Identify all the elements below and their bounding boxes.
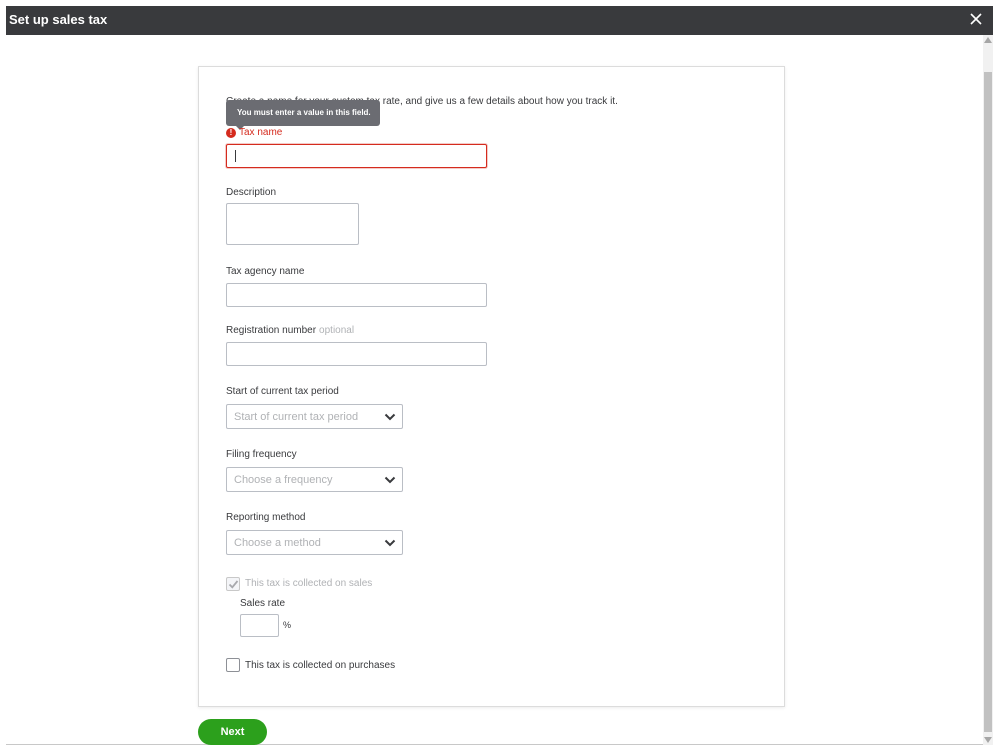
start-period-label: Start of current tax period	[226, 386, 339, 397]
start-period-select[interactable]: Start of current tax period	[226, 404, 403, 429]
scroll-up-arrow-icon[interactable]	[984, 37, 992, 43]
tax-agency-name-input[interactable]	[226, 283, 487, 307]
collected-on-sales-checkbox[interactable]	[226, 577, 240, 591]
dialog-titlebar: Set up sales tax	[6, 6, 993, 35]
description-textarea[interactable]	[226, 203, 359, 245]
filing-frequency-label: Filing frequency	[226, 449, 297, 460]
chevron-down-icon	[384, 476, 396, 484]
optional-hint: optional	[319, 325, 355, 336]
vertical-scrollbar[interactable]	[983, 35, 993, 745]
scroll-down-arrow-icon[interactable]	[984, 737, 992, 743]
scrollbar-thumb[interactable]	[984, 72, 992, 732]
percent-unit: %	[283, 620, 292, 630]
chevron-down-icon	[384, 539, 396, 547]
collected-on-purchases-label: This tax is collected on purchases	[245, 660, 396, 671]
reporting-method-select[interactable]: Choose a method	[226, 530, 403, 555]
error-icon: !	[226, 128, 236, 138]
sales-rate-input[interactable]	[240, 614, 279, 637]
reporting-method-placeholder: Choose a method	[234, 537, 321, 549]
start-period-placeholder: Start of current tax period	[234, 411, 359, 423]
registration-number-input[interactable]	[226, 342, 487, 366]
description-label: Description	[226, 187, 277, 198]
collected-on-purchases-checkbox[interactable]	[226, 658, 240, 672]
close-icon[interactable]	[967, 10, 985, 28]
reporting-method-label: Reporting method	[226, 512, 306, 523]
validation-tooltip: You must enter a value in this field.	[226, 100, 380, 130]
filing-frequency-select[interactable]: Choose a frequency	[226, 467, 403, 492]
next-button[interactable]: Next	[198, 719, 267, 745]
registration-number-label: Registration number optional	[226, 325, 354, 336]
tooltip-text: You must enter a value in this field.	[237, 108, 371, 117]
text-caret	[235, 150, 236, 162]
filing-frequency-placeholder: Choose a frequency	[234, 474, 333, 486]
bottom-divider	[6, 744, 983, 745]
tax-name-label: Tax name	[239, 127, 283, 138]
registration-number-label-text: Registration number	[226, 325, 317, 336]
dialog-title: Set up sales tax	[9, 12, 108, 27]
chevron-down-icon	[384, 413, 396, 421]
tax-name-input[interactable]	[226, 144, 487, 168]
sales-rate-label: Sales rate	[240, 598, 286, 609]
collected-on-sales-label: This tax is collected on sales	[245, 578, 373, 589]
checkmark-icon	[228, 580, 239, 589]
tax-agency-name-label: Tax agency name	[226, 266, 305, 277]
